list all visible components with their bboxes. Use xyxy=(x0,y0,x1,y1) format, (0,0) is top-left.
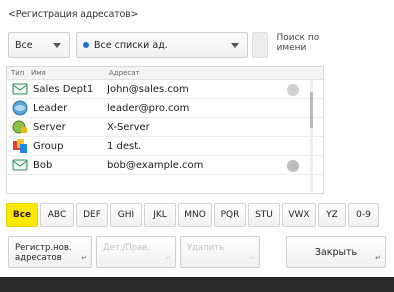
chevron-down-icon xyxy=(53,43,61,48)
tab-0-9[interactable]: 0-9 xyxy=(348,203,379,227)
header-type: Тип xyxy=(11,69,25,77)
list-item-name: Server xyxy=(33,121,66,133)
tab-def[interactable]: DEF xyxy=(76,203,108,227)
tab-ghi[interactable]: GHI xyxy=(110,203,142,227)
tab-mno[interactable]: MNO xyxy=(178,203,212,227)
address-list: Тип Имя Адресат Sales Dept1 John@sales.c… xyxy=(6,66,324,194)
type-dropdown-value: Все xyxy=(15,39,33,51)
address-list-dropdown-value: Все списки ад. xyxy=(94,39,168,51)
list-item-destination: John@sales.com xyxy=(107,83,189,95)
list-item[interactable]: Group 1 dest. xyxy=(7,137,323,156)
details-button-label: Дет./Прав. xyxy=(103,243,151,253)
list-item-name: Sales Dept1 xyxy=(33,83,94,95)
close-button[interactable]: Закрыть ↵ xyxy=(286,236,386,268)
header-name: Имя xyxy=(31,69,46,77)
tab-stu[interactable]: STU xyxy=(248,203,280,227)
delete-button[interactable]: Удалить ↵ xyxy=(180,236,260,268)
tab-pqr[interactable]: PQR xyxy=(214,203,246,227)
list-item-name: Leader xyxy=(33,102,68,114)
tab-vwx[interactable]: VWX xyxy=(282,203,316,227)
email-icon xyxy=(7,159,33,171)
scrollbar-thumb[interactable] xyxy=(310,92,313,128)
enter-icon: ↵ xyxy=(375,254,381,262)
list-item[interactable]: Leader leader@pro.com xyxy=(7,99,323,118)
screen-title: <Регистрация адресатов> xyxy=(8,9,139,20)
details-edit-button[interactable]: Дет./Прав. ↵ xyxy=(96,236,176,268)
status-bar xyxy=(0,277,394,292)
list-item[interactable]: Sales Dept1 John@sales.com xyxy=(7,80,323,99)
list-header: Тип Имя Адресат xyxy=(7,67,323,80)
close-button-label: Закрыть xyxy=(314,247,358,258)
list-item[interactable]: Bob bob@example.com xyxy=(7,156,323,175)
tab-yz[interactable]: YZ xyxy=(318,203,346,227)
ifax-icon xyxy=(7,100,33,116)
chevron-down-icon xyxy=(231,43,239,48)
address-list-dot-icon xyxy=(83,42,89,48)
group-icon xyxy=(7,138,33,154)
tab-abc[interactable]: ABC xyxy=(40,203,74,227)
tab-all[interactable]: Все xyxy=(6,203,38,227)
email-icon xyxy=(7,83,33,95)
search-by-name-label: Поиск по имени xyxy=(276,33,320,53)
list-item-destination: bob@example.com xyxy=(107,159,204,171)
status-mark xyxy=(287,160,299,172)
file-server-icon xyxy=(7,119,33,135)
list-item-name: Group xyxy=(33,140,64,152)
header-destination: Адресат xyxy=(109,69,140,77)
list-item-destination: leader@pro.com xyxy=(107,102,190,114)
search-by-name-checkbox[interactable] xyxy=(252,32,269,58)
enter-icon: ↵ xyxy=(165,254,171,262)
type-dropdown[interactable]: Все xyxy=(8,32,70,58)
enter-icon: ↵ xyxy=(249,254,255,262)
list-item[interactable]: Server X-Server xyxy=(7,118,323,137)
delete-button-label: Удалить xyxy=(187,243,225,253)
register-new-destination-button[interactable]: Регистр.нов. адресатов ↵ xyxy=(8,236,92,268)
enter-icon: ↵ xyxy=(81,254,87,262)
tab-jkl[interactable]: JKL xyxy=(144,203,176,227)
list-item-name: Bob xyxy=(33,159,53,171)
address-list-dropdown[interactable]: Все списки ад. xyxy=(76,32,248,58)
list-item-destination: 1 dest. xyxy=(107,140,142,152)
alphabet-index-bar: Все ABC DEF GHI JKL MNO PQR STU VWX YZ 0… xyxy=(6,203,391,227)
action-bar: Регистр.нов. адресатов ↵ Дет./Прав. ↵ Уд… xyxy=(6,236,391,270)
status-mark xyxy=(287,84,299,96)
register-button-label: Регистр.нов. адресатов xyxy=(15,243,72,263)
list-item-destination: X-Server xyxy=(107,121,150,133)
search-by-name-toggle[interactable]: Поиск по имени xyxy=(252,30,322,60)
filter-bar: Все Все списки ад. Поиск по имени xyxy=(6,30,391,64)
